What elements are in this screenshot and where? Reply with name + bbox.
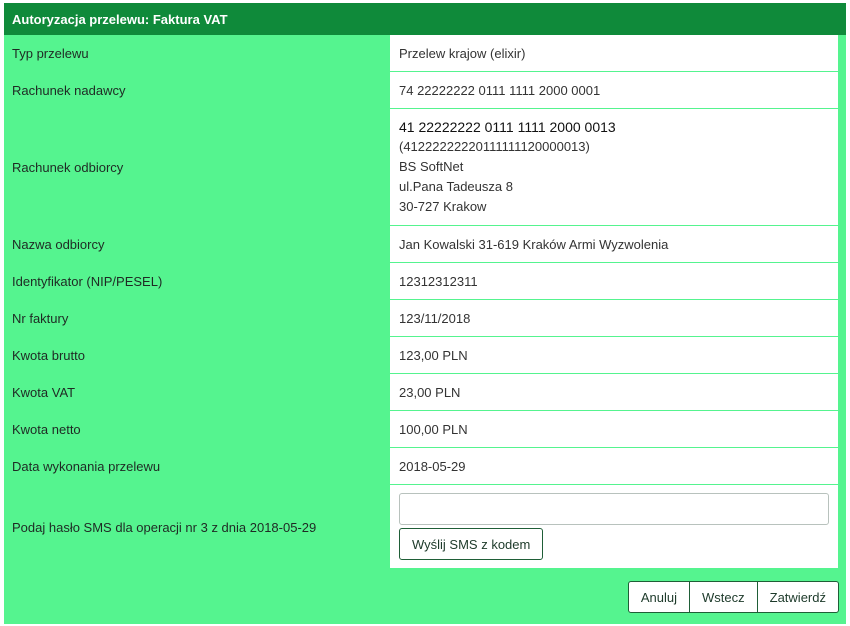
value-sms-code: Wyślij SMS z kodem <box>390 485 838 569</box>
row-sms-code: Podaj hasło SMS dla operacji nr 3 z dnia… <box>4 485 846 569</box>
label-sms-code: Podaj hasło SMS dla operacji nr 3 z dnia… <box>12 519 317 535</box>
confirm-button[interactable]: Zatwierdź <box>756 581 839 613</box>
action-button-group: Anuluj Wstecz Zatwierdź <box>627 581 839 613</box>
recipient-account-number: 41 22222222 0111 1111 2000 0013 <box>399 119 616 135</box>
label-net-amount: Kwota netto <box>12 422 81 437</box>
value-execution-date: 2018-05-29 <box>390 448 838 485</box>
recipient-bank-city: 30-727 Krakow <box>399 199 487 214</box>
value-identifier: 12312312311 <box>390 263 838 300</box>
row-sender-account: Rachunek nadawcy 74 22222222 0111 1111 2… <box>4 72 846 109</box>
recipient-bank-street: ul.Pana Tadeusza 8 <box>399 179 513 194</box>
recipient-bank-name: BS SoftNet <box>399 159 464 174</box>
label-gross-amount: Kwota brutto <box>12 348 85 363</box>
value-recipient-account: 41 22222222 0111 1111 2000 0013 (4122222… <box>390 109 838 226</box>
label-vat-amount: Kwota VAT <box>12 385 76 400</box>
cancel-button[interactable]: Anuluj <box>627 581 691 613</box>
panel-title: Autoryzacja przelewu: Faktura VAT <box>4 3 846 35</box>
value-recipient-name: Jan Kowalski 31-619 Kraków Armi Wyzwolen… <box>390 226 838 263</box>
value-sender-account: 74 22222222 0111 1111 2000 0001 <box>390 72 838 109</box>
label-recipient-account: Rachunek odbiorcy <box>12 160 124 175</box>
label-transfer-type: Typ przelewu <box>12 46 89 61</box>
label-sender-account: Rachunek nadawcy <box>12 83 126 98</box>
row-recipient-name: Nazwa odbiorcy Jan Kowalski 31-619 Krakó… <box>4 226 846 263</box>
row-execution-date: Data wykonania przelewu 2018-05-29 <box>4 448 846 485</box>
label-invoice-number: Nr faktury <box>12 311 69 326</box>
details-table: Typ przelewu Przelew krajow (elixir) Rac… <box>4 35 846 569</box>
row-recipient-account: Rachunek odbiorcy 41 22222222 0111 1111 … <box>4 109 846 226</box>
value-vat-amount: 23,00 PLN <box>390 374 838 411</box>
label-execution-date: Data wykonania przelewu <box>12 459 161 474</box>
label-identifier: Identyfikator (NIP/PESEL) <box>12 274 163 289</box>
row-transfer-type: Typ przelewu Przelew krajow (elixir) <box>4 35 846 72</box>
row-invoice-number: Nr faktury 123/11/2018 <box>4 300 846 337</box>
value-net-amount: 100,00 PLN <box>390 411 838 448</box>
send-sms-button[interactable]: Wyślij SMS z kodem <box>399 528 544 560</box>
row-identifier: Identyfikator (NIP/PESEL) 12312312311 <box>4 263 846 300</box>
row-gross-amount: Kwota brutto 123,00 PLN <box>4 337 846 374</box>
row-vat-amount: Kwota VAT 23,00 PLN <box>4 374 846 411</box>
back-button[interactable]: Wstecz <box>689 581 758 613</box>
value-gross-amount: 123,00 PLN <box>390 337 838 374</box>
row-net-amount: Kwota netto 100,00 PLN <box>4 411 846 448</box>
value-invoice-number: 123/11/2018 <box>390 300 838 337</box>
recipient-account-raw: (41222222220111111120000013) <box>399 139 590 154</box>
transfer-authorization-panel: Autoryzacja przelewu: Faktura VAT Typ pr… <box>4 3 846 624</box>
label-recipient-name: Nazwa odbiorcy <box>12 237 105 252</box>
sms-code-input[interactable] <box>399 493 829 525</box>
value-transfer-type: Przelew krajow (elixir) <box>390 35 838 72</box>
